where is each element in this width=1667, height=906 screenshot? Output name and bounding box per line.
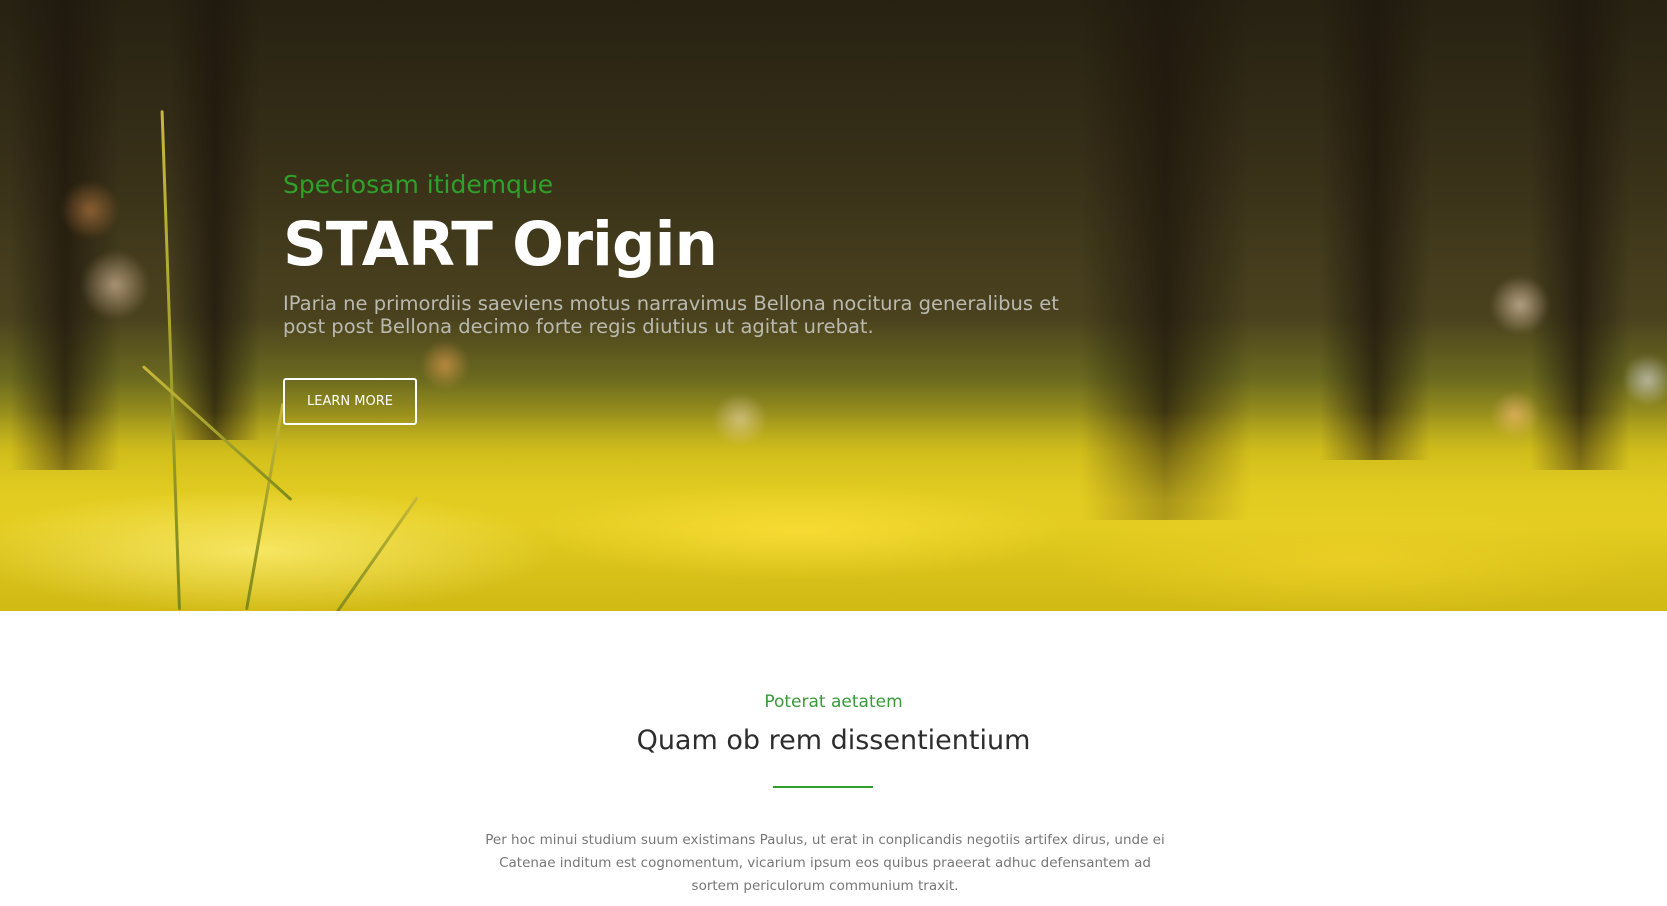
hero-section: Speciosam itidemque START Origin IParia … bbox=[0, 0, 1667, 611]
hero-eyebrow: Speciosam itidemque bbox=[283, 170, 554, 199]
intro-section: Poterat aetatem Quam ob rem dissentienti… bbox=[0, 611, 1667, 906]
section-title: Quam ob rem dissentientium bbox=[636, 725, 1031, 756]
hero-title: START Origin bbox=[283, 209, 718, 280]
section-eyebrow: Poterat aetatem bbox=[764, 692, 903, 712]
section-description: Per hoc minui studium suum existimans Pa… bbox=[485, 832, 1165, 894]
learn-more-button[interactable]: LEARN MORE bbox=[283, 378, 417, 425]
bokeh-light-decor bbox=[1625, 350, 1667, 410]
tree-trunk-decor bbox=[170, 0, 260, 440]
bokeh-light-decor bbox=[80, 250, 150, 320]
tree-trunk-decor bbox=[1530, 0, 1630, 470]
bokeh-light-decor bbox=[60, 180, 120, 240]
section-divider bbox=[773, 786, 873, 788]
bokeh-light-decor bbox=[1490, 275, 1550, 335]
hero-content: Speciosam itidemque START Origin IParia … bbox=[283, 168, 1083, 425]
hero-description: IParia ne primordiis saeviens motus narr… bbox=[283, 292, 1059, 338]
tree-trunk-decor bbox=[1320, 0, 1430, 460]
